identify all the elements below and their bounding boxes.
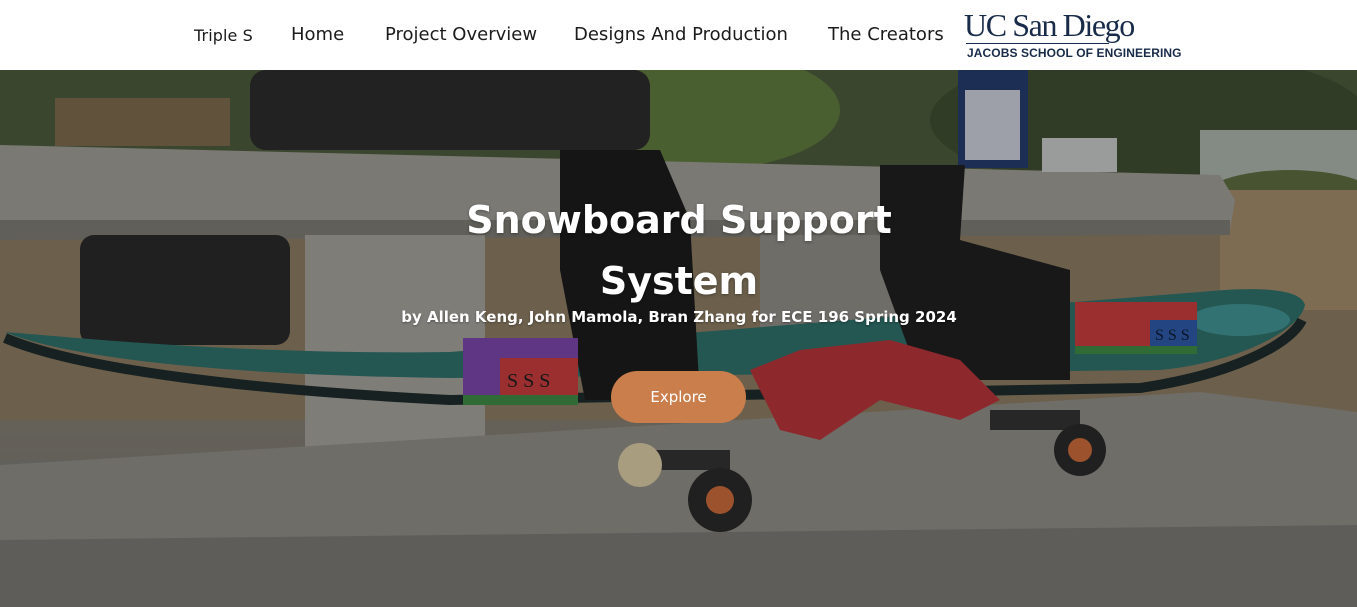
explore-button[interactable]: Explore: [611, 371, 746, 423]
ucsd-jacobs-logo[interactable]: UC San Diego JACOBS SCHOOL OF ENGINEERIN…: [964, 7, 1182, 64]
nav-home[interactable]: Home: [291, 24, 344, 45]
site-header: Triple S Home Project Overview Designs A…: [0, 0, 1357, 70]
logo-divider: [966, 43, 1109, 44]
hero-dim-overlay: [0, 70, 1357, 607]
logo-subtitle: JACOBS SCHOOL OF ENGINEERING: [967, 46, 1182, 60]
nav-designs-and-production[interactable]: Designs And Production: [574, 24, 788, 45]
hero-section: S S S S S S Snowboard Support System by …: [0, 70, 1357, 607]
site-brand-link[interactable]: Triple S: [194, 26, 253, 45]
hero-title: Snowboard Support System: [466, 198, 892, 303]
nav-the-creators[interactable]: The Creators: [828, 24, 944, 45]
logo-wordmark: UC San Diego: [964, 7, 1135, 43]
nav-project-overview[interactable]: Project Overview: [385, 24, 537, 45]
hero-subtitle: by Allen Keng, John Mamola, Bran Zhang f…: [401, 308, 957, 326]
